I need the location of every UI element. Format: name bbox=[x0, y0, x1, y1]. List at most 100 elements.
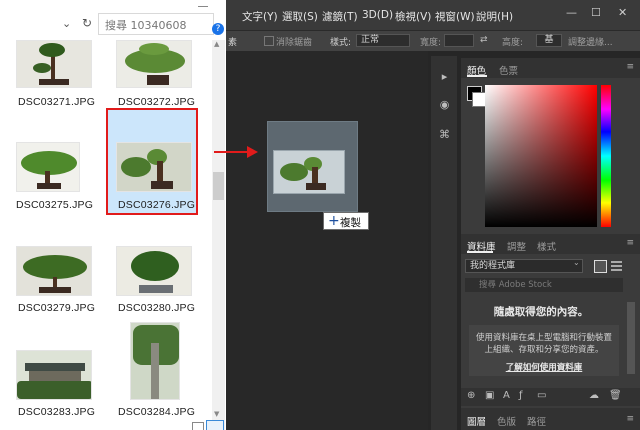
right-panels: 顏色 色票 ≡ 資料庫 調整 樣式 ≡ 我的程式庫 ⌄ ⌕ 搜尋 Adobe S… bbox=[461, 58, 640, 430]
minimize-button[interactable]: — bbox=[566, 6, 577, 19]
active-tab-indicator bbox=[467, 75, 487, 77]
file-name[interactable]: DSC03283.JPG bbox=[18, 406, 95, 418]
maximize-button[interactable]: ☐ bbox=[591, 6, 601, 19]
photoshop-window: 文字(Y) 選取(S) 濾鏡(T) 3D(D) 檢視(V) 視窗(W) 說明(H… bbox=[214, 0, 640, 430]
scroll-down-icon[interactable]: ▼ bbox=[214, 410, 219, 418]
file-thumbnail[interactable] bbox=[16, 40, 92, 88]
library-panel-tabs: 資料庫 調整 樣式 ≡ bbox=[461, 234, 640, 254]
cloud-icon[interactable]: ☁ bbox=[589, 390, 599, 401]
file-thumbnail[interactable] bbox=[16, 142, 80, 192]
options-bar: 素 消除鋸齒 樣式: 正常 寬度: ⇄ 高度: 基 調整邊緣... bbox=[226, 30, 640, 51]
file-thumbnail[interactable] bbox=[116, 246, 192, 296]
active-tab-indicator bbox=[467, 251, 493, 253]
file-name[interactable]: DSC03275.JPG bbox=[16, 199, 93, 211]
file-name[interactable]: DSC03271.JPG bbox=[18, 96, 95, 108]
color-picker-field[interactable] bbox=[485, 85, 597, 227]
menu-3d[interactable]: 3D(D) bbox=[362, 9, 393, 21]
library-select[interactable]: 我的程式庫 bbox=[465, 259, 583, 273]
panel-menu-icon[interactable]: ≡ bbox=[626, 414, 634, 424]
menu-bar: 文字(Y) 選取(S) 濾鏡(T) 3D(D) 檢視(V) 視窗(W) 說明(H… bbox=[226, 0, 640, 30]
scroll-up-icon[interactable]: ▲ bbox=[214, 40, 219, 48]
style-select[interactable]: 正常 bbox=[356, 34, 410, 47]
swap-icon[interactable]: ⇄ bbox=[480, 35, 488, 45]
plus-icon: + bbox=[328, 213, 340, 229]
file-thumbnail[interactable] bbox=[116, 40, 192, 88]
menu-view[interactable]: 檢視(V) bbox=[395, 9, 431, 24]
tab-layers[interactable]: 圖層 bbox=[467, 414, 486, 428]
file-name[interactable]: DSC03280.JPG bbox=[118, 302, 195, 314]
trash-icon[interactable]: 🗑 bbox=[609, 390, 622, 401]
search-input[interactable]: 搜尋 10340608 bbox=[98, 13, 214, 35]
list-view-icon[interactable] bbox=[611, 260, 622, 271]
copy-label: 複製 bbox=[340, 217, 361, 229]
help-icon[interactable]: ? bbox=[212, 23, 224, 35]
antialias-label: 消除鋸齒 bbox=[276, 38, 313, 48]
drag-image-thumbnail bbox=[273, 150, 345, 194]
explorer-toolbar: ⌄ ↻ 搜尋 10340608 ? bbox=[0, 0, 226, 38]
scrollbar-thumb[interactable] bbox=[213, 172, 224, 200]
add-graphic-icon[interactable]: ⊕ bbox=[467, 390, 475, 401]
learn-libraries-link[interactable]: 了解如何使用資料庫 bbox=[469, 361, 619, 373]
chevron-down-icon[interactable]: ⌄ bbox=[62, 18, 74, 30]
panel-icon-strip: ▸ ◉ ⌘ bbox=[431, 56, 457, 430]
large-icons-view-icon[interactable] bbox=[206, 420, 224, 430]
file-explorer-window: ⌄ ↻ 搜尋 10340608 ? DSC03271.JPG DSC03272.… bbox=[0, 0, 226, 430]
menu-select[interactable]: 選取(S) bbox=[282, 9, 318, 24]
panel-menu-icon[interactable]: ≡ bbox=[626, 238, 634, 248]
menu-help[interactable]: 說明(H) bbox=[476, 9, 513, 24]
menu-window[interactable]: 視窗(W) bbox=[435, 9, 475, 24]
search-placeholder: 搜尋 10340608 bbox=[105, 19, 187, 32]
refresh-icon[interactable]: ↻ bbox=[82, 16, 96, 30]
library-info-card: 使用資料庫在桌上型電腦和行動裝置 上組織、存取和分享您的資產。 了解如何使用資料… bbox=[469, 325, 619, 376]
library-toolbar: ⊕ ▣ A ƒ ▭ ☁ 🗑 bbox=[461, 388, 640, 406]
file-thumbnail-selected[interactable] bbox=[116, 142, 192, 192]
refine-edge-button[interactable]: 調整邊緣... bbox=[568, 35, 613, 48]
hue-slider[interactable] bbox=[601, 85, 611, 227]
grid-view-icon[interactable] bbox=[594, 260, 607, 273]
properties-icon[interactable]: ◉ bbox=[438, 98, 451, 111]
file-thumbnail[interactable] bbox=[16, 350, 92, 400]
stock-search-input[interactable]: 搜尋 Adobe Stock bbox=[465, 278, 623, 292]
library-heading: 隨處取得您的內容。 bbox=[493, 306, 589, 318]
history-icon[interactable]: ▸ bbox=[438, 70, 451, 83]
width-label: 寬度: bbox=[420, 38, 442, 48]
layers-panel-tabs: 圖層 色版 路徑 ≡ bbox=[461, 408, 640, 430]
file-name[interactable]: DSC03279.JPG bbox=[18, 302, 95, 314]
close-button[interactable]: ✕ bbox=[618, 6, 627, 19]
feather-label: 素 bbox=[228, 38, 238, 48]
height-input[interactable]: 基 bbox=[536, 34, 562, 47]
add-color-icon[interactable]: ▭ bbox=[537, 390, 546, 401]
file-name[interactable]: DSC03276.JPG bbox=[118, 199, 195, 211]
antialias-checkbox[interactable] bbox=[264, 36, 274, 46]
tab-channels[interactable]: 色版 bbox=[497, 414, 516, 428]
add-paragraph-style-icon[interactable]: ƒ bbox=[519, 390, 523, 401]
library-description-1: 使用資料庫在桌上型電腦和行動裝置 bbox=[475, 333, 612, 343]
add-layer-style-icon[interactable]: ▣ bbox=[485, 390, 494, 401]
tab-adjustments[interactable]: 調整 bbox=[507, 239, 526, 253]
menu-type[interactable]: 文字(Y) bbox=[242, 9, 278, 24]
menu-filter[interactable]: 濾鏡(T) bbox=[322, 9, 358, 24]
library-description-2: 上組織、存取和分享您的資產。 bbox=[484, 345, 604, 355]
tab-styles[interactable]: 樣式 bbox=[537, 239, 556, 253]
color-panel-tabs: 顏色 色票 ≡ bbox=[461, 58, 640, 78]
view-toggle bbox=[184, 420, 224, 430]
canvas-area[interactable] bbox=[226, 51, 428, 430]
panel-menu-icon[interactable]: ≡ bbox=[626, 62, 634, 72]
tab-paths[interactable]: 路徑 bbox=[527, 414, 546, 428]
chevron-down-icon[interactable]: ⌄ bbox=[573, 258, 580, 267]
file-name[interactable]: DSC03272.JPG bbox=[118, 96, 195, 108]
tab-swatches[interactable]: 色票 bbox=[499, 63, 518, 77]
copy-tooltip: + 複製 bbox=[323, 212, 369, 230]
style-label: 樣式: bbox=[330, 38, 352, 48]
file-thumbnail[interactable] bbox=[130, 322, 180, 400]
path-icon[interactable]: ⌘ bbox=[438, 128, 451, 141]
file-thumbnail[interactable] bbox=[16, 246, 92, 296]
file-name[interactable]: DSC03284.JPG bbox=[118, 406, 195, 418]
height-label: 高度: bbox=[502, 38, 524, 48]
width-input[interactable] bbox=[444, 34, 474, 47]
drag-arrow bbox=[214, 146, 258, 158]
add-character-style-icon[interactable]: A bbox=[503, 390, 510, 401]
library-scrollbar[interactable] bbox=[627, 302, 635, 374]
vertical-scrollbar[interactable] bbox=[212, 40, 225, 430]
details-view-icon[interactable] bbox=[192, 422, 204, 430]
